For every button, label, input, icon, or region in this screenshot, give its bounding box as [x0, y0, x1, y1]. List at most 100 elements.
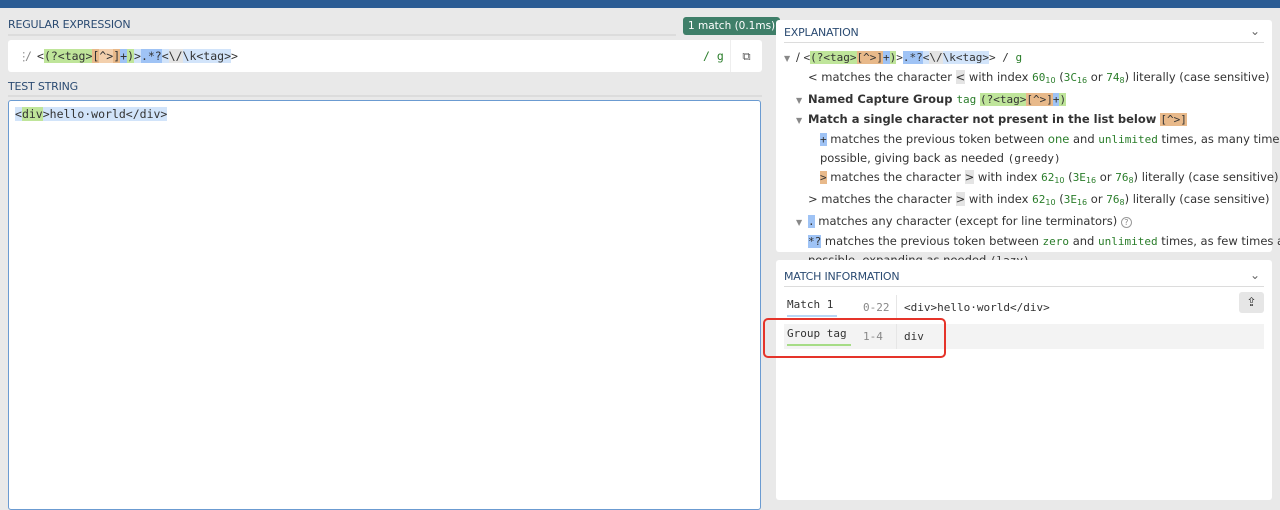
token: +	[820, 133, 827, 146]
token: 74	[1106, 71, 1120, 84]
divider	[8, 34, 676, 36]
token: >	[820, 171, 827, 184]
token: or	[1087, 192, 1107, 206]
explanation-line: ▼ Named Capture Group tag (?<tag>[^>]+)	[784, 90, 1264, 110]
token: Match a single character not present in …	[808, 112, 1161, 126]
match-range: 0-22	[863, 301, 890, 314]
explanation-line: ▼ / <(?<tag>[^>]+)>.*?<\/\k<tag>> / g	[784, 48, 1264, 68]
collapse-triangle-icon[interactable]: ▼	[796, 112, 808, 130]
token: < matches the character	[808, 70, 956, 84]
token: matches the previous token between	[826, 132, 1048, 146]
token: 62	[1032, 193, 1046, 206]
token: (	[1064, 170, 1073, 184]
token: .*?	[902, 51, 923, 64]
collapse-triangle-icon[interactable]: ▼	[796, 92, 808, 110]
divider	[8, 95, 762, 97]
token: >	[896, 51, 903, 64]
collapse-triangle-icon[interactable]: ▼	[796, 214, 808, 232]
regex-input[interactable]: ⋮ / <(?<tag>[^>]+)>.*?<\/\k<tag>> / g ⧉	[8, 40, 762, 72]
test-string-heading: TEST STRING	[8, 80, 79, 93]
token: \/	[929, 51, 943, 64]
token: or	[1087, 70, 1107, 84]
help-icon[interactable]: ?	[1120, 217, 1132, 228]
explanation-line: *? matches the previous token between ze…	[784, 232, 1280, 251]
token: \k<tag>	[182, 49, 231, 63]
match-count-badge: 1 match (0.1ms)	[683, 17, 781, 35]
highlight-box	[763, 318, 946, 358]
token: and	[1069, 132, 1099, 146]
match-value: <div>hello·world</div>	[896, 295, 1050, 320]
token: unlimited	[1098, 133, 1158, 146]
token: 76	[1106, 193, 1120, 206]
top-bar	[0, 0, 1280, 8]
token: +	[883, 51, 890, 64]
token: <	[955, 70, 966, 84]
token: (?<tag>	[43, 49, 93, 63]
token: ^>	[99, 49, 114, 63]
token: >	[955, 192, 966, 206]
explanation-line: ▼. matches any character (except for lin…	[784, 212, 1264, 232]
token: 76	[1115, 171, 1129, 184]
token: \k<tag>	[942, 51, 989, 64]
token: [^>]	[1026, 93, 1053, 106]
explanation-line: possible, giving back as needed (greedy)	[784, 149, 1264, 168]
explanation-line: > matches the character > with index 621…	[784, 168, 1278, 190]
token: matches the character	[826, 170, 965, 184]
token: 10	[1054, 176, 1065, 185]
regex-text[interactable]: <(?<tag>[^>]+)>.*?<\/\k<tag>>	[37, 40, 238, 72]
test-string-text: <div>hello·world</div>	[15, 107, 168, 121]
match-information-panel: MATCH INFORMATION ⌄ ⇪ Match 1 0-22 <div>he…	[776, 260, 1272, 500]
regex-flags[interactable]: / g	[703, 40, 724, 72]
token: 16	[1076, 198, 1088, 207]
token: (?<tag>	[810, 51, 857, 64]
test-string-input[interactable]: <div>hello·world</div>	[8, 100, 761, 510]
token: )	[127, 49, 135, 63]
token: > /	[989, 51, 1016, 64]
token: >	[231, 49, 238, 63]
token: 60	[1032, 71, 1046, 84]
collapse-triangle-icon[interactable]: ▼	[784, 50, 796, 68]
token: times, as few times as	[1157, 234, 1280, 248]
token: )	[1059, 93, 1067, 106]
chevron-down-icon[interactable]: ⌄	[1250, 268, 1260, 282]
token: with index	[965, 192, 1033, 206]
token: >	[134, 49, 141, 63]
token: unlimited	[1098, 235, 1158, 248]
token: (greedy)	[1007, 152, 1061, 165]
token: ) literally (case sensitive)	[1124, 70, 1270, 84]
explanation-heading: EXPLANATION	[784, 26, 859, 39]
explanation-line: > matches the character > with index 621…	[784, 190, 1270, 212]
token: <	[161, 49, 169, 63]
regex-heading: REGULAR EXPRESSION	[8, 18, 131, 31]
token: /	[796, 50, 804, 64]
token: with index	[974, 170, 1042, 184]
token: 3E	[1063, 193, 1077, 206]
token: div	[21, 107, 43, 121]
token: .	[808, 215, 815, 228]
token: (	[1055, 192, 1064, 206]
copy-icon[interactable]: ⧉	[730, 40, 762, 72]
token: 16	[1076, 76, 1088, 85]
token: 3C	[1063, 71, 1077, 84]
token: zero	[1042, 235, 1070, 248]
token: 3E	[1072, 171, 1086, 184]
divider	[784, 42, 1264, 43]
token: Named Capture Group	[808, 92, 957, 106]
token: [^>]	[856, 51, 884, 64]
token: g	[1015, 51, 1023, 64]
token: >hello·world</div>	[42, 107, 168, 121]
token: .*?	[140, 49, 162, 63]
token: or	[1096, 170, 1116, 184]
match-info-heading: MATCH INFORMATION	[784, 270, 900, 283]
token: tag	[956, 93, 977, 106]
token: matches the previous token between	[821, 234, 1043, 248]
explanation-tree: ▼ / <(?<tag>[^>]+)>.*?<\/\k<tag>> / g < ma…	[784, 48, 1280, 270]
regex-delimiter: /	[25, 49, 32, 63]
token: possible, giving back as needed	[820, 151, 1008, 165]
explanation-panel: EXPLANATION ⌄ ▼ / <(?<tag>[^>]+)>.*?<\/\k…	[776, 20, 1280, 267]
token: 16	[1085, 176, 1097, 185]
token: <	[15, 107, 22, 121]
chevron-down-icon[interactable]: ⌄	[1250, 24, 1260, 38]
token: 62	[1041, 171, 1055, 184]
token: <	[37, 49, 44, 63]
